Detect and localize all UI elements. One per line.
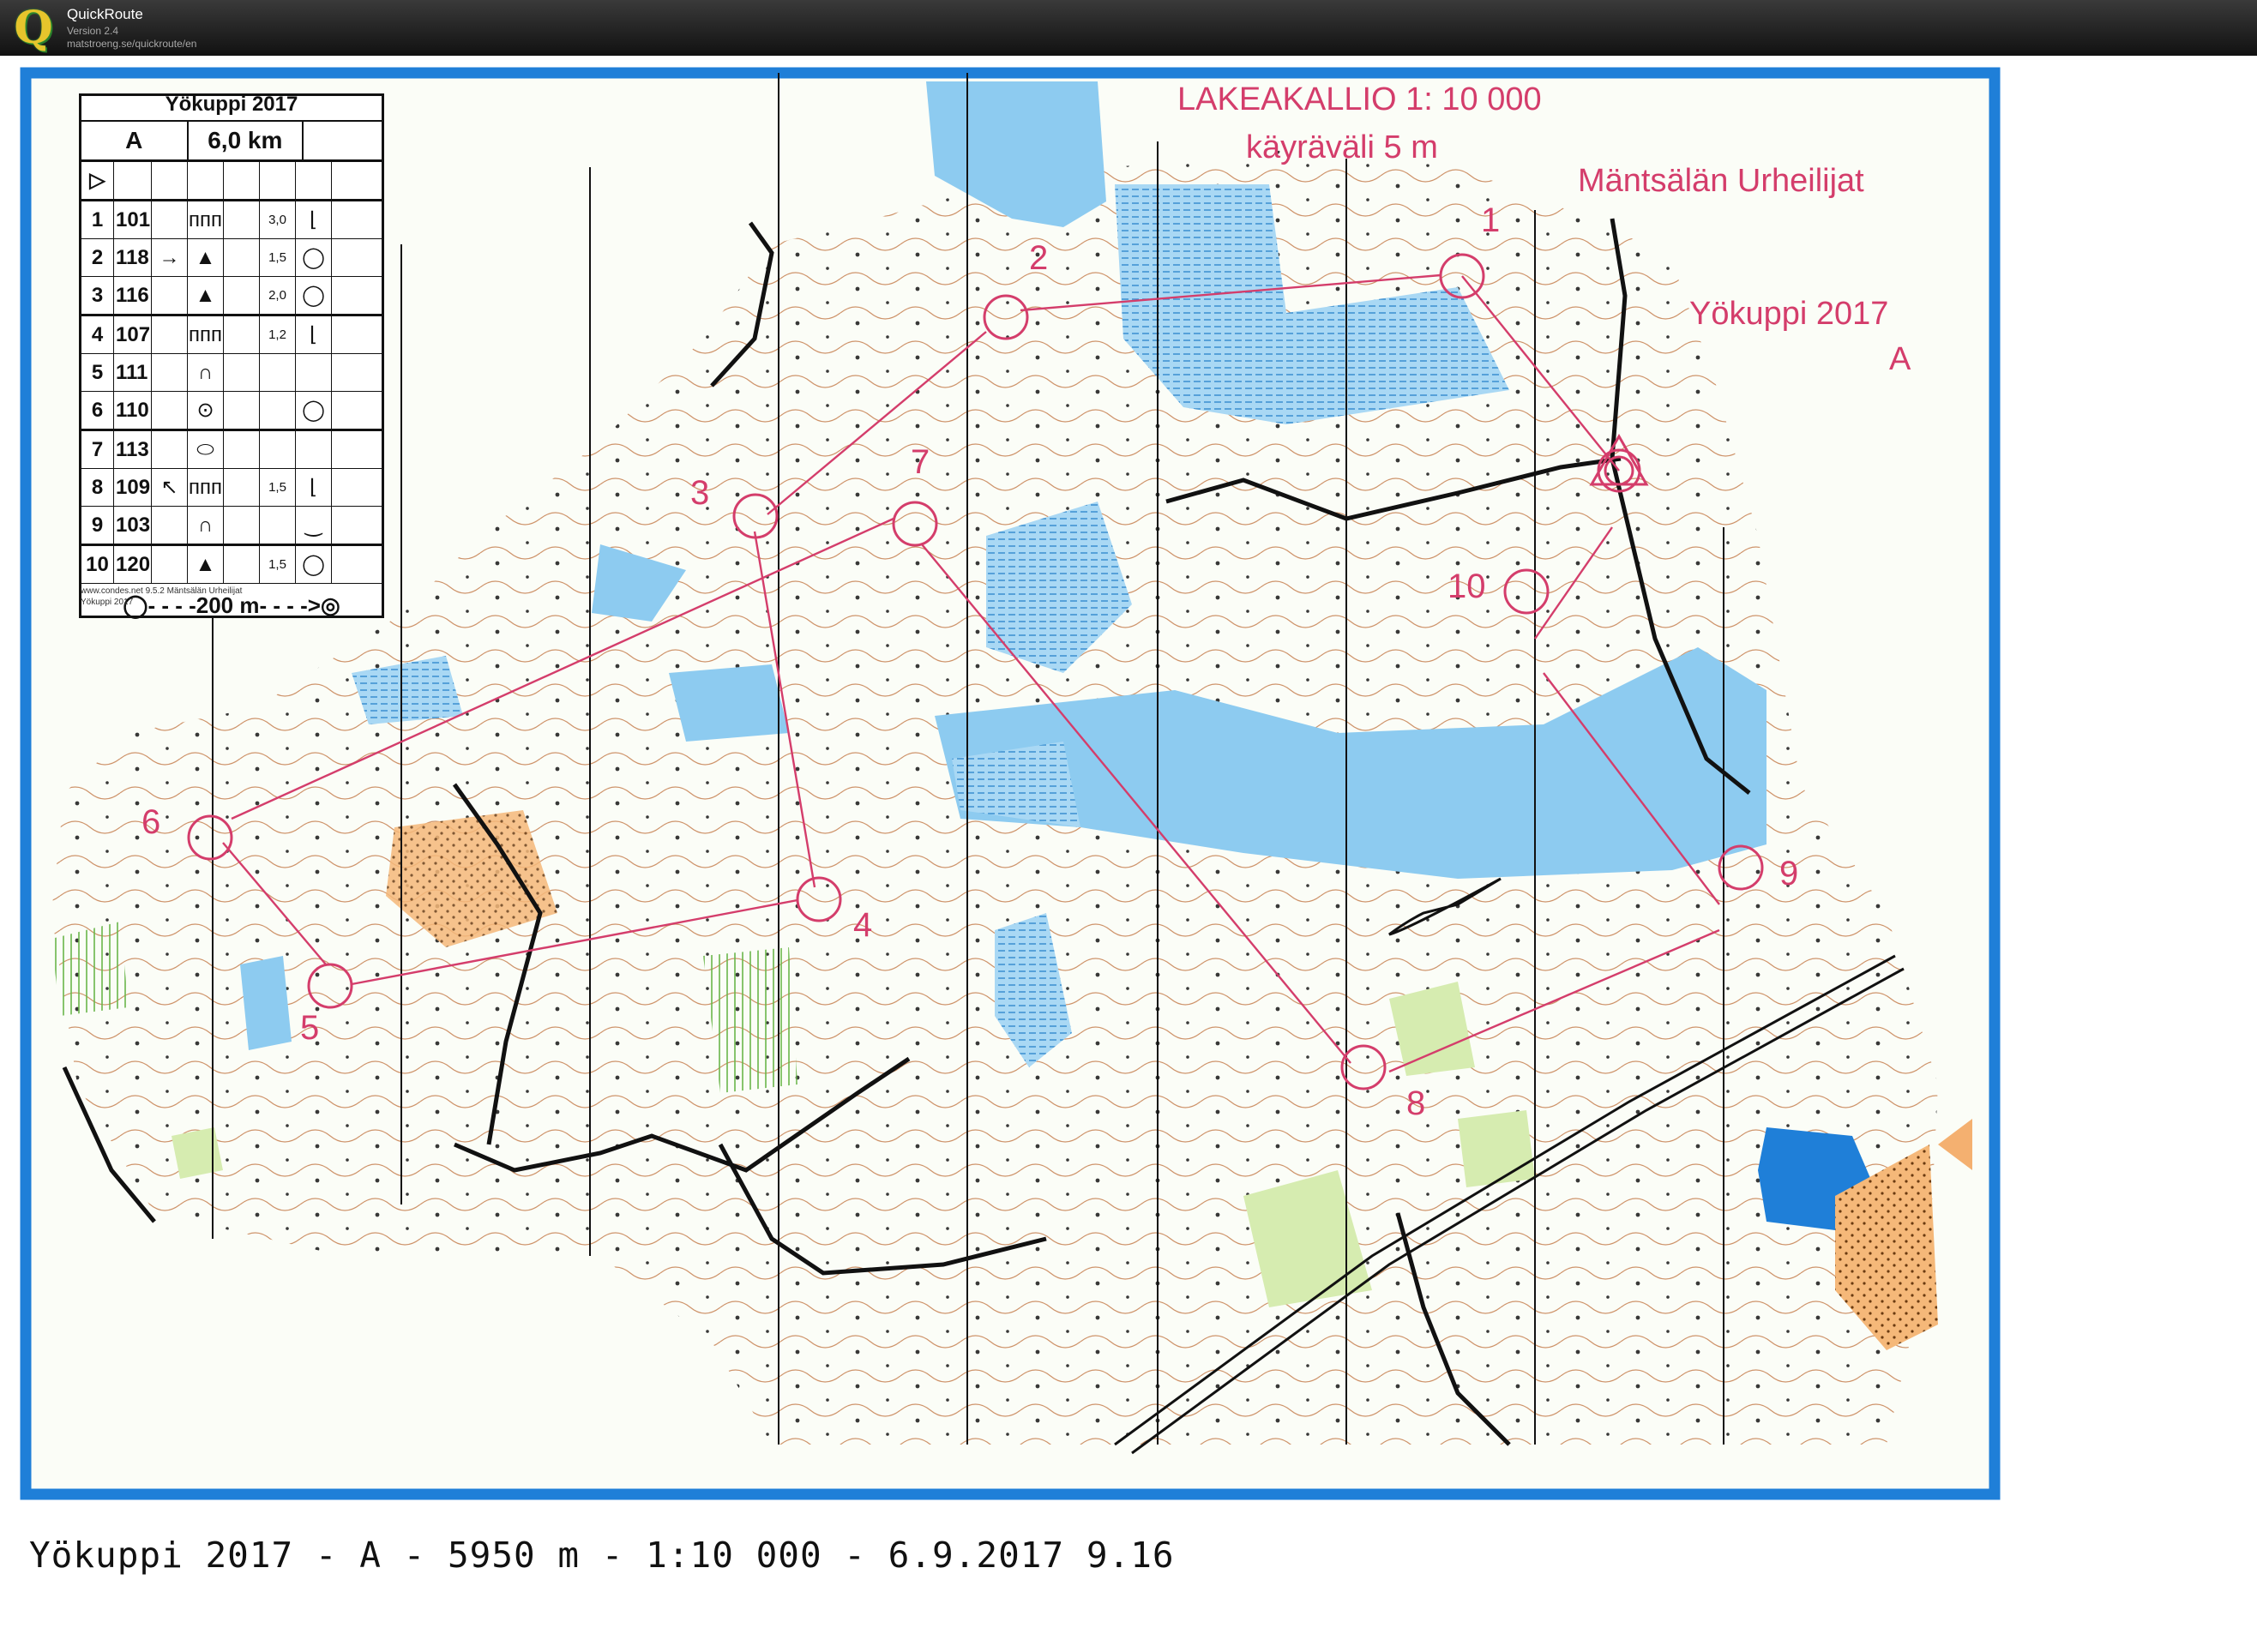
cliff-icon: ᴨᴨᴨ <box>188 469 224 506</box>
map-course-letter: A <box>1889 341 1911 377</box>
control-number-9: 9 <box>1779 855 1799 892</box>
control-number-5: 5 <box>300 1009 320 1047</box>
foot-corner-icon: ⌊ <box>296 316 332 353</box>
knoll-icon: ∩ <box>188 354 224 391</box>
desc-row: 7 113 ⬭ <box>81 431 382 469</box>
desc-course: A <box>81 122 189 159</box>
control-number-2: 2 <box>1029 239 1049 277</box>
map-event-name: Yökuppi 2017 <box>1689 296 1889 332</box>
desc-row: 4 107 ᴨᴨᴨ 1,2 ⌊ <box>81 316 382 354</box>
circle-location-icon: ◯ <box>296 277 332 314</box>
desc-title: Yökuppi 2017 <box>81 96 382 122</box>
title-bar: Q QuickRoute Version 2.4 matstroeng.se/q… <box>0 0 2257 56</box>
boulder-icon: ▲ <box>188 277 224 314</box>
desc-row: 9 103 ∩ ‿ <box>81 507 382 546</box>
direction-arrow-icon: → <box>152 239 188 276</box>
map-credit: www.condes.net 9.5.2 Mäntsälän Urheilija… <box>81 586 243 607</box>
control-number-8: 8 <box>1406 1084 1426 1122</box>
control-number-7: 7 <box>911 443 930 481</box>
app-version: Version 2.4 <box>67 25 119 37</box>
route-caption: Yökuppi 2017 - A - 5950 m - 1:10 000 - 6… <box>29 1535 1175 1576</box>
map-viewport[interactable]: LAKEAKALLIO 1: 10 000 käyräväli 5 m Mänt… <box>0 56 2257 1652</box>
circle-location-icon: ◯ <box>296 546 332 583</box>
desc-row: 8 109 ↖ ᴨᴨᴨ 1,5 ⌊ <box>81 469 382 507</box>
circle-location-icon: ◯ <box>296 392 332 429</box>
map-contour-interval: käyräväli 5 m <box>1246 129 1438 165</box>
boulder-icon: ▲ <box>188 546 224 583</box>
desc-header-empty <box>304 122 382 159</box>
quickroute-logo-icon: Q <box>14 2 53 54</box>
app-url[interactable]: matstroeng.se/quickroute/en <box>67 38 196 50</box>
green-area-2 <box>1458 1110 1535 1187</box>
desc-start-row: ▷ <box>81 162 382 201</box>
map-club-name: Mäntsälän Urheilijat <box>1578 163 1864 199</box>
desc-row: 10 120 ▲ 1,5 ◯ <box>81 546 382 584</box>
boulder-icon: ▲ <box>188 239 224 276</box>
control-description-sheet: Yökuppi 2017 A 6,0 km ▷ 1 101 ᴨᴨᴨ 3,0 ⌊ 2… <box>79 93 384 618</box>
cliff-icon: ᴨᴨᴨ <box>188 316 224 353</box>
pond-southwest <box>240 956 292 1050</box>
cliff-icon: ᴨᴨᴨ <box>188 201 224 238</box>
start-triangle-icon: ▷ <box>81 162 114 199</box>
control-number-1: 1 <box>1481 201 1501 239</box>
foot-corner-icon: ⌊ <box>296 201 332 238</box>
foot-corner-icon: ⌊ <box>296 469 332 506</box>
small-depression-icon: ⬭ <box>188 431 224 468</box>
direction-arrow-icon: ↖ <box>152 469 188 506</box>
desc-row: 5 111 ∩ <box>81 354 382 392</box>
control-number-6: 6 <box>141 803 161 841</box>
control-number-10: 10 <box>1447 568 1486 605</box>
desc-header: A 6,0 km <box>81 122 382 162</box>
knoll-icon: ∩ <box>188 507 224 544</box>
desc-length: 6,0 km <box>189 122 304 159</box>
desc-row: 1 101 ᴨᴨᴨ 3,0 ⌊ <box>81 201 382 239</box>
lower-part-icon: ‿ <box>296 507 332 544</box>
map-title: LAKEAKALLIO 1: 10 000 <box>1177 81 1542 117</box>
desc-row: 2 118 → ▲ 1,5 ◯ <box>81 239 382 277</box>
app-name: QuickRoute <box>67 6 143 22</box>
control-number-4: 4 <box>853 906 873 944</box>
circle-location-icon: ◯ <box>296 239 332 276</box>
control-number-3: 3 <box>690 474 710 512</box>
green-area-4 <box>172 1127 223 1179</box>
depression-icon: ⊙ <box>188 392 224 429</box>
desc-row: 6 110 ⊙ ◯ <box>81 392 382 431</box>
marsh-west <box>669 664 789 742</box>
desc-row: 3 116 ▲ 2,0 ◯ <box>81 277 382 316</box>
